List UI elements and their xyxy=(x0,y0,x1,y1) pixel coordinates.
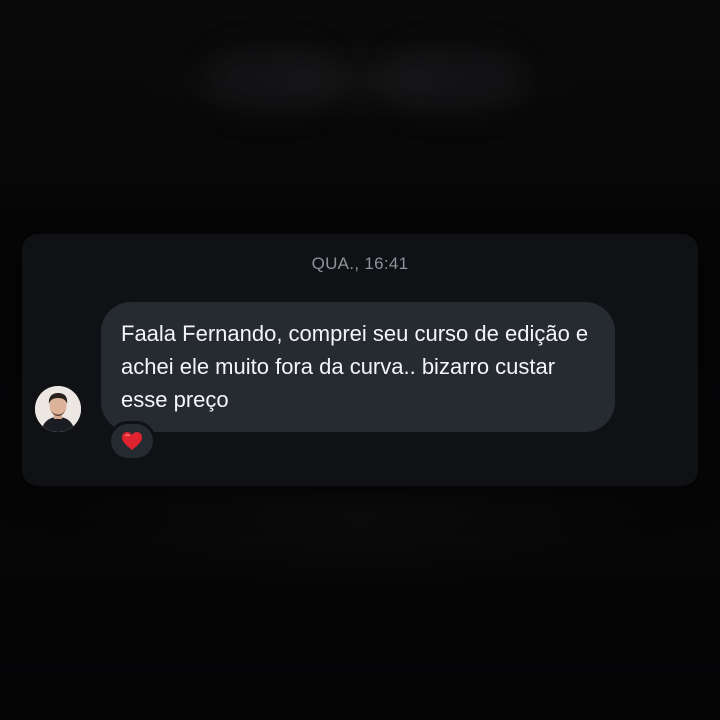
incoming-message-bubble[interactable]: Faala Fernando, comprei seu curso de edi… xyxy=(101,302,615,432)
screen: QUA., 16:41 Faala Fernando, comprei seu … xyxy=(0,0,720,720)
chat-thread-card: QUA., 16:41 Faala Fernando, comprei seu … xyxy=(22,234,698,486)
message-text: Faala Fernando, comprei seu curso de edi… xyxy=(121,321,589,412)
heart-icon xyxy=(122,432,142,450)
sender-avatar[interactable] xyxy=(35,386,81,432)
blurred-background-shape xyxy=(205,45,335,115)
message-timestamp: QUA., 16:41 xyxy=(311,254,409,273)
blurred-background-shape xyxy=(385,45,525,115)
avatar-photo-icon xyxy=(35,386,81,432)
reaction-badge[interactable] xyxy=(108,421,156,461)
